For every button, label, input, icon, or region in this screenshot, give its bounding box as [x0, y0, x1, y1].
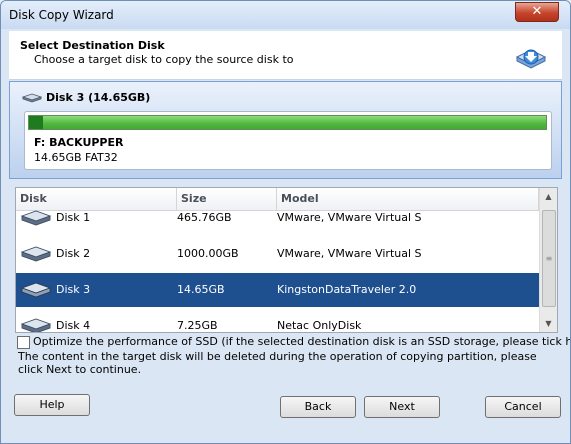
- partition-info: 14.65GB FAT32: [34, 151, 118, 164]
- close-button[interactable]: ✕: [515, 2, 559, 22]
- table-row[interactable]: Disk 4 7.25GB Netac OnlyDisk: [16, 309, 539, 332]
- disk-model: Netac OnlyDisk: [277, 319, 362, 332]
- table-row-selected[interactable]: Disk 3 14.65GB KingstonDataTraveler 2.0: [16, 273, 539, 307]
- disk-copy-icon: [515, 49, 547, 69]
- disk-copy-wizard-window: Disk Copy Wizard ✕ Select Destination Di…: [0, 0, 571, 444]
- disk-drive-icon: [21, 318, 51, 332]
- page-title: Select Destination Disk: [20, 39, 165, 52]
- table-row[interactable]: Disk 1 465.76GB VMware, VMware Virtual S: [16, 201, 539, 235]
- warning-text: The content in the target disk will be d…: [18, 350, 537, 376]
- disk-name: Disk 3: [56, 283, 91, 296]
- destination-disk-panel: Disk 3 (14.65GB) F: BACKUPPER 14.65GB FA…: [9, 81, 562, 179]
- page-subtitle: Choose a target disk to copy the source …: [34, 53, 294, 66]
- window-title: Disk Copy Wizard: [9, 8, 114, 22]
- disk-model: VMware, VMware Virtual S: [277, 247, 422, 260]
- vertical-scrollbar[interactable]: ▲ ≡ ▼: [539, 188, 557, 332]
- table-row[interactable]: Disk 2 1000.00GB VMware, VMware Virtual …: [16, 237, 539, 271]
- back-button[interactable]: Back: [280, 396, 356, 418]
- disk-size: 7.25GB: [177, 319, 218, 332]
- title-bar: Disk Copy Wizard ✕: [1, 1, 570, 29]
- disk-model: VMware, VMware Virtual S: [277, 211, 422, 224]
- disk-name: Disk 1: [56, 211, 91, 224]
- close-icon: ✕: [531, 4, 543, 19]
- disk-name: Disk 4: [56, 319, 91, 332]
- scroll-down-arrow-icon[interactable]: ▼: [540, 315, 557, 332]
- partition-usage-fill: [29, 116, 546, 129]
- partition-used-marker: [29, 116, 43, 129]
- help-button-label: Help: [39, 398, 65, 411]
- next-button-label: Next: [389, 400, 415, 413]
- selected-disk-band[interactable]: Disk 3 (14.65GB) F: BACKUPPER 14.65GB FA…: [9, 81, 562, 179]
- help-button[interactable]: Help: [14, 394, 90, 416]
- scrollbar-thumb[interactable]: ≡: [542, 210, 556, 307]
- cancel-button[interactable]: Cancel: [485, 396, 561, 418]
- partition-card[interactable]: F: BACKUPPER 14.65GB FAT32: [24, 111, 552, 170]
- partition-label: F: BACKUPPER: [34, 136, 124, 149]
- disk-drive-icon: [22, 93, 42, 103]
- ssd-optimize-label[interactable]: Optimize the performance of SSD (if the …: [33, 335, 570, 348]
- scroll-up-arrow-icon[interactable]: ▲: [540, 188, 557, 205]
- disk-drive-icon: [21, 282, 51, 298]
- disk-list[interactable]: Disk Size Model Disk 1 465.76GB VMware, …: [15, 187, 558, 333]
- partition-usage-bar: [28, 115, 547, 130]
- selected-disk-title: Disk 3 (14.65GB): [46, 91, 151, 104]
- disk-size: 1000.00GB: [177, 247, 239, 260]
- wizard-header: Select Destination Disk Choose a target …: [9, 31, 562, 80]
- disk-model: KingstonDataTraveler 2.0: [277, 283, 417, 296]
- back-button-label: Back: [304, 400, 332, 413]
- disk-size: 465.76GB: [177, 211, 232, 224]
- disk-size: 14.65GB: [177, 283, 225, 296]
- disk-name: Disk 2: [56, 247, 91, 260]
- ssd-optimize-checkbox[interactable]: [17, 336, 30, 349]
- cancel-button-label: Cancel: [504, 400, 542, 413]
- next-button[interactable]: Next: [364, 396, 440, 418]
- disk-drive-icon: [21, 246, 51, 262]
- disk-drive-icon: [21, 210, 51, 226]
